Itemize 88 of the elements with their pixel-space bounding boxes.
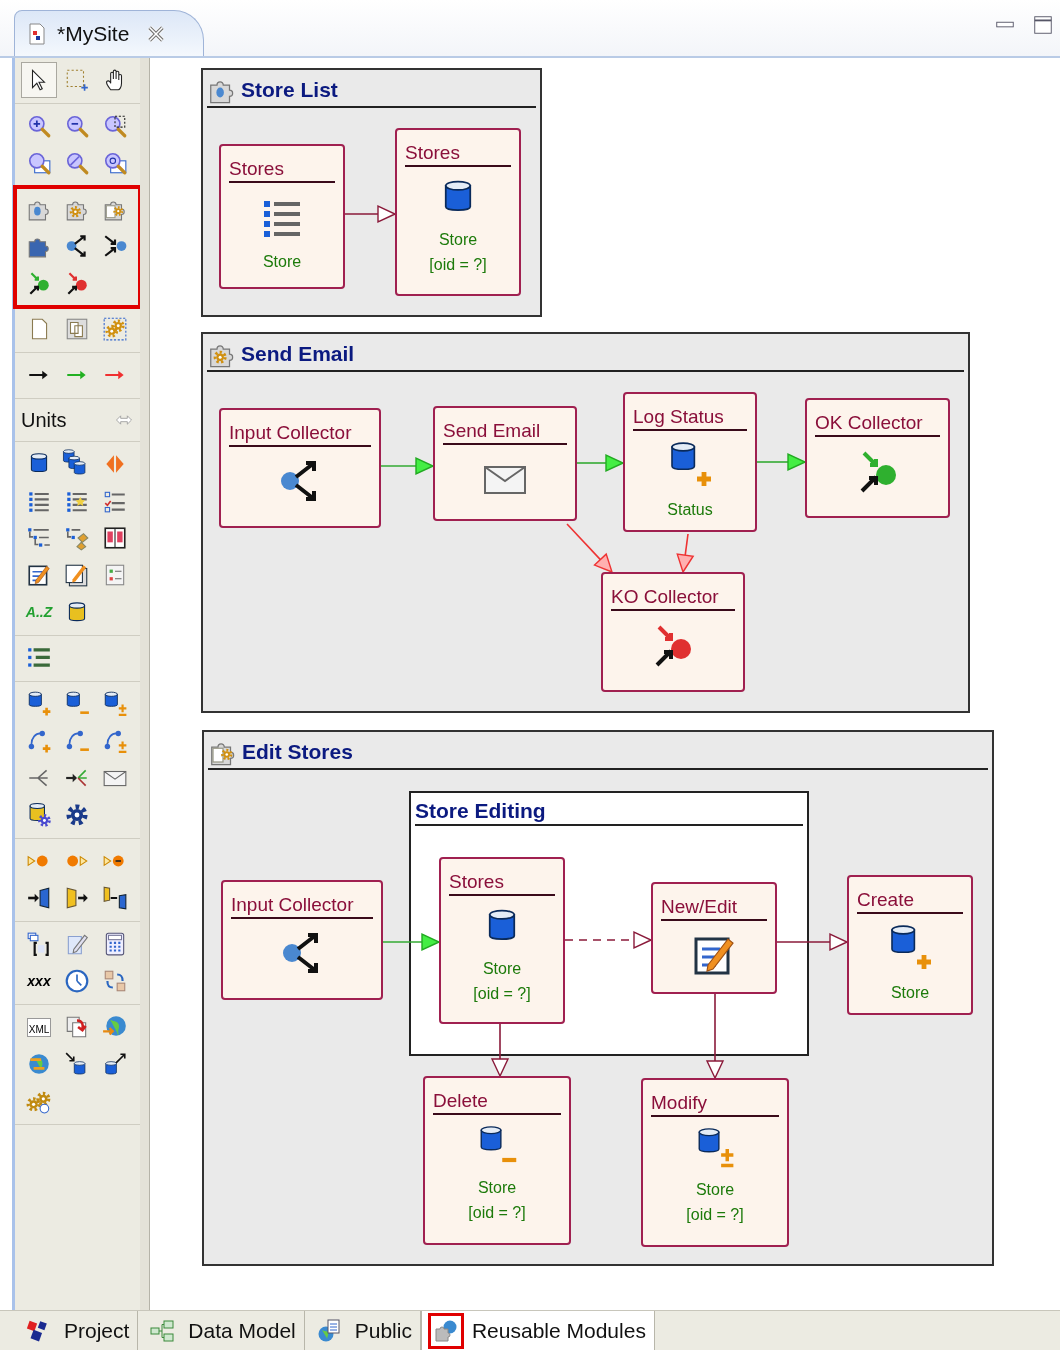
unit-node[interactable]: Stores Store bbox=[219, 144, 345, 289]
entity-label: Store bbox=[890, 982, 930, 1003]
magnifier-icon bbox=[102, 113, 128, 139]
editor-tab[interactable]: *MySite bbox=[14, 10, 204, 56]
unit-node[interactable]: Log Status Status bbox=[623, 392, 757, 532]
gears-icon bbox=[102, 316, 128, 342]
module-title: Edit Stores bbox=[242, 739, 353, 766]
entity-label: Store bbox=[482, 958, 522, 979]
zoom-out-icon bbox=[64, 113, 90, 139]
connector-arrow bbox=[382, 932, 441, 952]
pages-icon bbox=[64, 316, 90, 342]
connector-arrow bbox=[676, 533, 695, 574]
unit-title: Stores bbox=[449, 871, 555, 896]
tab[interactable]: Public bbox=[304, 1311, 421, 1350]
group-title: Store Editing bbox=[415, 797, 803, 827]
door-icon bbox=[64, 885, 90, 911]
palette-tool[interactable]: XML bbox=[21, 1009, 57, 1045]
globe-icon bbox=[26, 1051, 52, 1077]
unit-node[interactable]: New/Edit bbox=[651, 882, 777, 994]
unit-title: Stores bbox=[229, 158, 335, 183]
drawer-label[interactable]: Units bbox=[21, 405, 67, 435]
unit-node[interactable]: Stores Store [oid = ?] bbox=[395, 128, 521, 296]
connector-arrow bbox=[576, 453, 625, 473]
unit-node[interactable]: Modify Store [oid = ?] bbox=[641, 1078, 789, 1247]
clock-icon bbox=[64, 968, 90, 994]
unit-title: Log Status bbox=[633, 406, 747, 431]
entity-label: Store bbox=[695, 1179, 735, 1200]
pencil-icon bbox=[26, 562, 52, 588]
unit-title: Send Email bbox=[443, 420, 567, 445]
unit-title: Delete bbox=[433, 1090, 561, 1115]
unit-title: Input Collector bbox=[229, 422, 371, 447]
unit-title: Modify bbox=[651, 1092, 779, 1117]
maximize-icon[interactable] bbox=[1032, 14, 1054, 36]
editor-tab-title: *MySite bbox=[57, 20, 130, 47]
unit-title: Input Collector bbox=[231, 894, 373, 919]
module-title: Send Email bbox=[241, 341, 355, 368]
unit-title: OK Collector bbox=[815, 412, 940, 437]
unit-node[interactable]: Send Email bbox=[433, 406, 577, 521]
unit-node[interactable]: Create Store bbox=[847, 875, 973, 1015]
unit-title: Stores bbox=[405, 142, 511, 167]
module-title: Store List bbox=[241, 77, 338, 104]
tab[interactable]: Project bbox=[14, 1311, 139, 1350]
entity-label: [oid = ?] bbox=[473, 984, 531, 1005]
database-icon bbox=[26, 802, 52, 828]
magnifier-icon bbox=[64, 150, 90, 176]
marquee-icon bbox=[64, 67, 90, 93]
unit-node[interactable]: KO Collector bbox=[601, 572, 745, 692]
entity-label: Status bbox=[667, 499, 713, 520]
database-icon bbox=[26, 691, 52, 717]
unit-node[interactable]: Input Collector bbox=[221, 880, 383, 1000]
unit-title: Create bbox=[857, 889, 963, 914]
relation-icon bbox=[26, 728, 52, 754]
entity-label: Store bbox=[438, 229, 478, 250]
relation-icon bbox=[102, 728, 128, 754]
unit-node[interactable]: Stores Store [oid = ?] bbox=[439, 857, 565, 1024]
gear-icon bbox=[64, 802, 90, 828]
zoom-in-icon bbox=[26, 113, 52, 139]
connector-arrow bbox=[344, 204, 397, 224]
entity-label: Store bbox=[262, 251, 302, 272]
entity-label: Store bbox=[477, 1177, 517, 1198]
unit-node[interactable]: OK Collector bbox=[805, 398, 950, 518]
magnifier-icon bbox=[102, 150, 128, 176]
palette-tool[interactable]: xxx bbox=[21, 963, 57, 999]
unit-title: KO Collector bbox=[611, 586, 735, 611]
swap-icon bbox=[102, 968, 128, 994]
magnifier-icon bbox=[26, 150, 52, 176]
entity-label: [oid = ?] bbox=[468, 1203, 526, 1224]
book-icon bbox=[102, 525, 128, 551]
database-icon bbox=[64, 691, 90, 717]
connector-arrow bbox=[566, 523, 614, 574]
unit-title: New/Edit bbox=[661, 896, 767, 921]
tab[interactable]: Data Model bbox=[138, 1311, 305, 1350]
entity-label: [oid = ?] bbox=[429, 255, 487, 276]
pencil-icon bbox=[64, 562, 90, 588]
tab[interactable]: Reusable Modules bbox=[420, 1311, 655, 1350]
database-icon bbox=[102, 1051, 128, 1077]
tree-icon bbox=[64, 525, 90, 551]
entity-label: [oid = ?] bbox=[686, 1205, 744, 1226]
join-icon bbox=[102, 233, 128, 259]
palette-tool[interactable] bbox=[21, 62, 57, 98]
connector-arrow bbox=[756, 452, 807, 472]
unit-node[interactable]: Delete Store [oid = ?] bbox=[423, 1076, 571, 1245]
connector-arrow bbox=[380, 456, 435, 476]
unit-node[interactable]: Input Collector bbox=[219, 408, 381, 528]
door-icon bbox=[102, 885, 128, 911]
database-icon bbox=[102, 691, 128, 717]
relation-icon bbox=[64, 728, 90, 754]
door-icon bbox=[26, 885, 52, 911]
